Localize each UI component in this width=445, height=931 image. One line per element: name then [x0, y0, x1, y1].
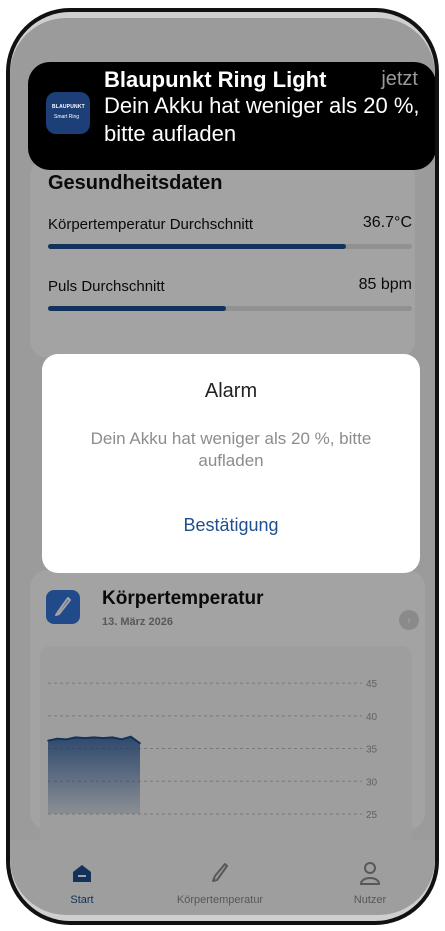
notification-message: Dein Akku hat weniger als 20 %, bitte au…: [104, 93, 420, 146]
push-notification[interactable]: BLAUPUNKT Smart Ring Blaupunkt Ring Ligh…: [28, 62, 435, 170]
app-icon: BLAUPUNKT Smart Ring: [46, 92, 90, 134]
alarm-title: Alarm: [204, 380, 258, 402]
app-icon-subtitle: Smart Ring: [54, 114, 80, 120]
notification-time: jetzt: [381, 68, 418, 90]
alarm-dialog: Alarm Dein Akku hat weniger als 20 %, bi…: [42, 354, 420, 573]
app-icon-brand: BLAUPUNKT: [52, 104, 85, 110]
notification-title: Blaupunkt Ring Light: [104, 67, 327, 92]
phone-screen: Gesundheitsdaten Körpertemperatur Durchs…: [10, 18, 435, 915]
alarm-message: Dein Akku hat weniger als 20 %, bitte au…: [90, 429, 372, 470]
confirm-button[interactable]: Bestätigung: [42, 505, 420, 545]
